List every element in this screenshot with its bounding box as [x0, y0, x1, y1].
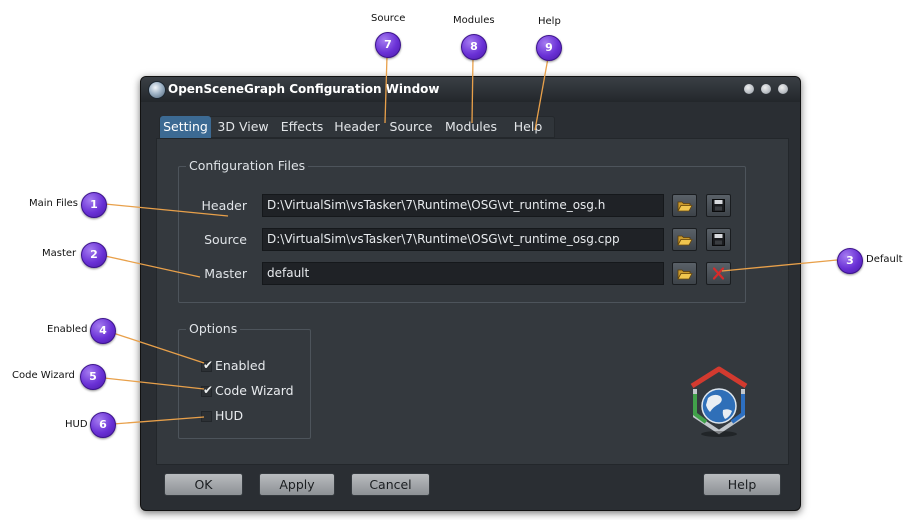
minimize-button[interactable] [744, 84, 754, 94]
folder-open-icon [677, 269, 693, 280]
source-browse-button[interactable] [672, 228, 697, 251]
annotation-label-hud: HUD [65, 419, 88, 430]
header-file-field[interactable]: D:\VirtualSim\vsTasker\7\Runtime\OSG\vt_… [262, 194, 664, 217]
master-browse-button[interactable] [672, 262, 697, 285]
tab-content-panel: Configuration Files Header D:\VirtualSim… [156, 138, 789, 465]
configuration-files-title: Configuration Files [186, 158, 309, 173]
annotation-label-master: Master [42, 248, 77, 259]
annotation-label-code-wizard: Code Wizard [12, 370, 75, 381]
check-icon: ✔ [203, 358, 214, 372]
annotation-label-modules: Modules [453, 15, 495, 26]
close-button[interactable] [778, 84, 788, 94]
source-file-field[interactable]: D:\VirtualSim\vsTasker\7\Runtime\OSG\vt_… [262, 228, 664, 251]
annotation-badge-5: 5 [80, 364, 106, 390]
annotation-badge-7: 7 [375, 32, 401, 58]
floppy-save-icon [712, 199, 725, 212]
red-x-icon [712, 267, 725, 280]
tab-help[interactable]: Help [509, 116, 547, 138]
annotation-label-enabled: Enabled [47, 324, 88, 335]
folder-open-icon [677, 201, 693, 212]
annotation-label-main-files: Main Files [29, 198, 78, 209]
annotation-badge-6: 6 [90, 412, 116, 438]
tab-modules[interactable]: Modules [441, 116, 501, 138]
master-file-field[interactable]: default [262, 262, 664, 285]
floppy-save-icon [712, 233, 725, 246]
master-label: Master [204, 266, 247, 281]
tab-effects[interactable]: Effects [277, 116, 327, 138]
enabled-checkbox[interactable]: ✔ [201, 358, 214, 372]
options-title: Options [186, 321, 241, 336]
header-browse-button[interactable] [672, 194, 697, 217]
tab-source[interactable]: Source [387, 116, 435, 138]
annotation-label-default: Default [866, 254, 903, 265]
title-bar: OpenSceneGraph Configuration Window [141, 77, 800, 102]
cancel-button[interactable]: Cancel [351, 473, 430, 496]
hud-checkbox[interactable] [201, 411, 212, 422]
tab-3d-view[interactable]: 3D View [215, 116, 271, 138]
annotation-badge-9: 9 [536, 35, 562, 61]
maximize-button[interactable] [761, 84, 771, 94]
tab-header[interactable]: Header [332, 116, 382, 138]
osg-globe-logo [690, 366, 748, 437]
options-group: Options ✔ Enabled ✔ Code Wizard HUD [178, 321, 311, 439]
app-globe-icon [148, 81, 166, 99]
source-save-button[interactable] [706, 228, 731, 251]
enabled-label: Enabled [215, 358, 266, 373]
help-button[interactable]: Help [703, 473, 781, 496]
configuration-window: OpenSceneGraph Configuration Window Sett… [140, 76, 801, 511]
annotation-badge-1: 1 [81, 192, 107, 218]
header-label: Header [201, 198, 247, 213]
folder-open-icon [677, 235, 693, 246]
tab-setting[interactable]: Setting [160, 116, 211, 138]
annotation-label-source: Source [371, 13, 406, 24]
code-wizard-label: Code Wizard [215, 383, 294, 398]
configuration-files-group: Configuration Files Header D:\VirtualSim… [178, 158, 746, 303]
hud-label: HUD [215, 408, 244, 423]
code-wizard-checkbox[interactable]: ✔ [201, 383, 214, 397]
annotation-badge-3: 3 [837, 248, 863, 274]
annotation-badge-2: 2 [81, 242, 107, 268]
header-save-button[interactable] [706, 194, 731, 217]
window-title: OpenSceneGraph Configuration Window [168, 82, 440, 96]
annotation-badge-8: 8 [461, 34, 487, 60]
apply-button[interactable]: Apply [259, 473, 335, 496]
check-icon: ✔ [203, 383, 214, 397]
master-default-button[interactable] [706, 262, 731, 285]
annotation-label-help: Help [538, 16, 561, 27]
annotation-badge-4: 4 [90, 318, 116, 344]
ok-button[interactable]: OK [164, 473, 243, 496]
source-label: Source [204, 232, 247, 247]
